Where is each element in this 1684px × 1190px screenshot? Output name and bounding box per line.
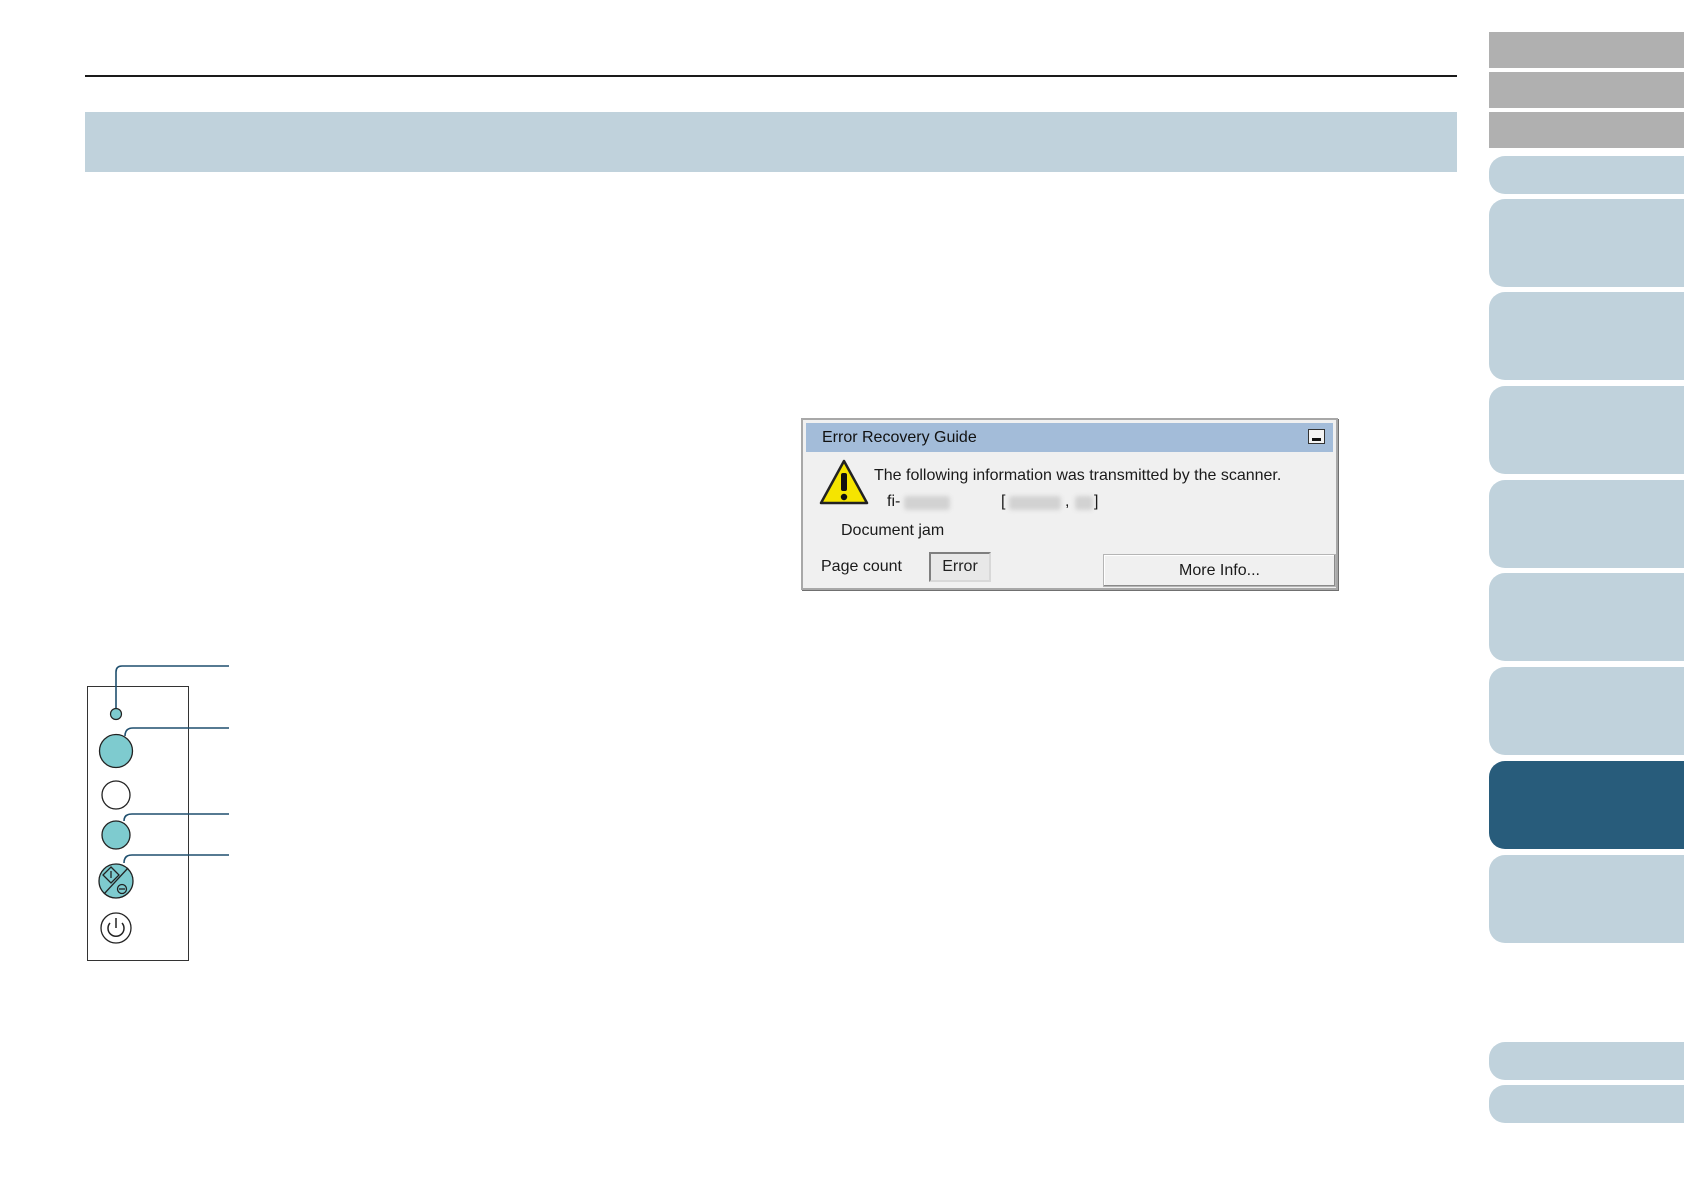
panel-button-2 [101,780,131,810]
callout-line-button-1 [124,727,229,737]
callout-line-scan-stop [123,854,229,864]
callout-lines [115,665,229,864]
power-button [100,912,132,944]
scan-stop-button [98,863,134,899]
panel-button-1 [98,733,134,769]
panel-button-3 [101,820,131,850]
operator-panel-illustration [98,665,229,944]
callout-line-button-3 [123,813,229,822]
indicator-led [109,707,123,721]
callout-line-led [115,665,229,712]
